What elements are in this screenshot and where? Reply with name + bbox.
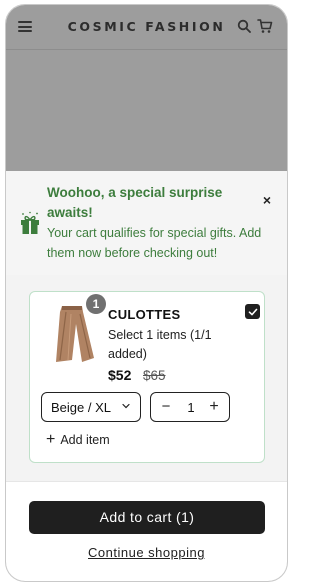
add-item-link[interactable]: + Add item bbox=[46, 431, 110, 448]
add-to-cart-button[interactable]: Add to cart (1) bbox=[29, 501, 265, 534]
close-icon[interactable]: × bbox=[263, 193, 271, 207]
header-divider bbox=[6, 49, 287, 50]
product-checkbox[interactable] bbox=[245, 304, 260, 319]
product-name: CULOTTES bbox=[108, 307, 181, 322]
gift-banner: Woohoo, a special surprise awaits! Your … bbox=[6, 171, 287, 275]
increase-quantity-button[interactable]: + bbox=[207, 399, 221, 415]
site-header: COSMIC FASHION bbox=[6, 5, 287, 49]
quantity-value[interactable]: 1 bbox=[181, 400, 201, 415]
variant-select[interactable]: Beige / XL bbox=[41, 392, 141, 422]
quantity-stepper: − 1 + bbox=[150, 392, 230, 422]
banner-title: Woohoo, a special surprise awaits! bbox=[47, 185, 223, 220]
search-icon[interactable] bbox=[237, 19, 251, 33]
footer-divider bbox=[6, 481, 287, 482]
cart-icon[interactable] bbox=[257, 18, 273, 34]
gift-product-card: 1 CULOTTES Select 1 items (1/1 added) $5… bbox=[29, 291, 265, 463]
gift-icon bbox=[21, 211, 39, 234]
add-item-label: Add item bbox=[60, 433, 110, 447]
quantity-badge: 1 bbox=[86, 294, 106, 314]
plus-icon: + bbox=[46, 431, 56, 448]
sale-price: $52 bbox=[108, 367, 132, 383]
selection-note: Select 1 items (1/1 added) bbox=[108, 328, 212, 361]
check-icon bbox=[248, 308, 257, 315]
banner-message: Your cart qualifies for special gifts. A… bbox=[47, 226, 262, 260]
original-price: $65 bbox=[143, 368, 166, 383]
variant-value: Beige / XL bbox=[51, 399, 111, 415]
phone-frame: COSMIC FASHION Woohoo, a special surpris… bbox=[5, 4, 288, 582]
cart-drawer: Woohoo, a special surprise awaits! Your … bbox=[6, 171, 287, 581]
chevron-down-icon bbox=[122, 403, 130, 409]
decrease-quantity-button[interactable]: − bbox=[159, 399, 173, 414]
continue-shopping-link[interactable]: Continue shopping bbox=[6, 545, 287, 560]
